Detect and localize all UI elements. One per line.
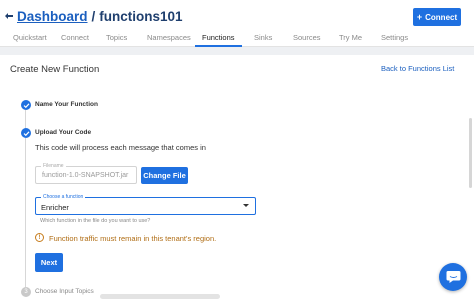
choose-function-value: Enricher: [41, 203, 69, 212]
step-number-indicator: 3: [21, 287, 31, 297]
check-icon: [23, 130, 29, 136]
back-to-functions-link[interactable]: Back to Functions List: [381, 64, 454, 73]
tab-quickstart[interactable]: Quickstart: [13, 33, 47, 42]
connect-button-label: Connect: [425, 12, 458, 22]
chat-icon: [446, 271, 460, 283]
plus-icon: +: [416, 12, 423, 22]
tab-try-me[interactable]: Try Me: [339, 33, 362, 42]
content-divider: [0, 47, 474, 55]
filename-field-value: function-1.0-SNAPSHOT.jar: [42, 172, 129, 179]
region-warning: Function traffic must remain in this ten…: [49, 234, 217, 243]
obscured-content: [100, 294, 220, 299]
tab-topics[interactable]: Topics: [106, 33, 127, 42]
upload-description: This code will process each message that…: [35, 143, 206, 152]
step-complete-indicator: [21, 100, 31, 110]
scrollbar[interactable]: [469, 118, 472, 188]
chat-button[interactable]: [439, 263, 467, 291]
tab-connect[interactable]: Connect: [61, 33, 89, 42]
tab-namespaces[interactable]: Namespaces: [147, 33, 191, 42]
breadcrumb-separator: /: [91, 9, 96, 24]
stepper-connector: [25, 138, 26, 287]
choose-function-select[interactable]: Choose a function Enricher: [35, 194, 256, 215]
choose-function-helper: Which function in the file do you want t…: [40, 218, 151, 224]
choose-function-label: Choose a function: [41, 194, 86, 200]
arrow-back-icon[interactable]: [4, 11, 14, 21]
panel-title: Create New Function: [10, 64, 100, 75]
caret-down-icon: [243, 204, 249, 207]
filename-field: Filename function-1.0-SNAPSHOT.jar: [35, 163, 137, 184]
filename-field-label: Filename: [41, 163, 66, 169]
next-button[interactable]: Next: [35, 253, 63, 272]
tab-functions[interactable]: Functions: [202, 33, 235, 42]
breadcrumb-current: functions101: [99, 9, 183, 24]
breadcrumb: Dashboard / functions101: [17, 9, 183, 24]
step-complete-indicator: [21, 128, 31, 138]
step-name-your-function[interactable]: Name Your Function: [35, 101, 98, 108]
breadcrumb-dashboard-link[interactable]: Dashboard: [17, 9, 88, 24]
tab-settings[interactable]: Settings: [381, 33, 408, 42]
tab-sources[interactable]: Sources: [293, 33, 321, 42]
stepper-connector: [25, 110, 26, 129]
step-choose-input-topics[interactable]: Choose Input Topics: [35, 288, 94, 295]
info-icon: !: [35, 233, 44, 242]
step-upload-your-code[interactable]: Upload Your Code: [35, 129, 91, 136]
connect-button[interactable]: + Connect: [413, 8, 461, 26]
top-bar: Dashboard / functions101 + Connect: [0, 0, 474, 30]
tab-bar: Quickstart Connect Topics Namespaces Fun…: [0, 30, 474, 47]
tab-sinks[interactable]: Sinks: [254, 33, 272, 42]
change-file-button[interactable]: Change File: [141, 167, 188, 184]
check-icon: [23, 102, 29, 108]
